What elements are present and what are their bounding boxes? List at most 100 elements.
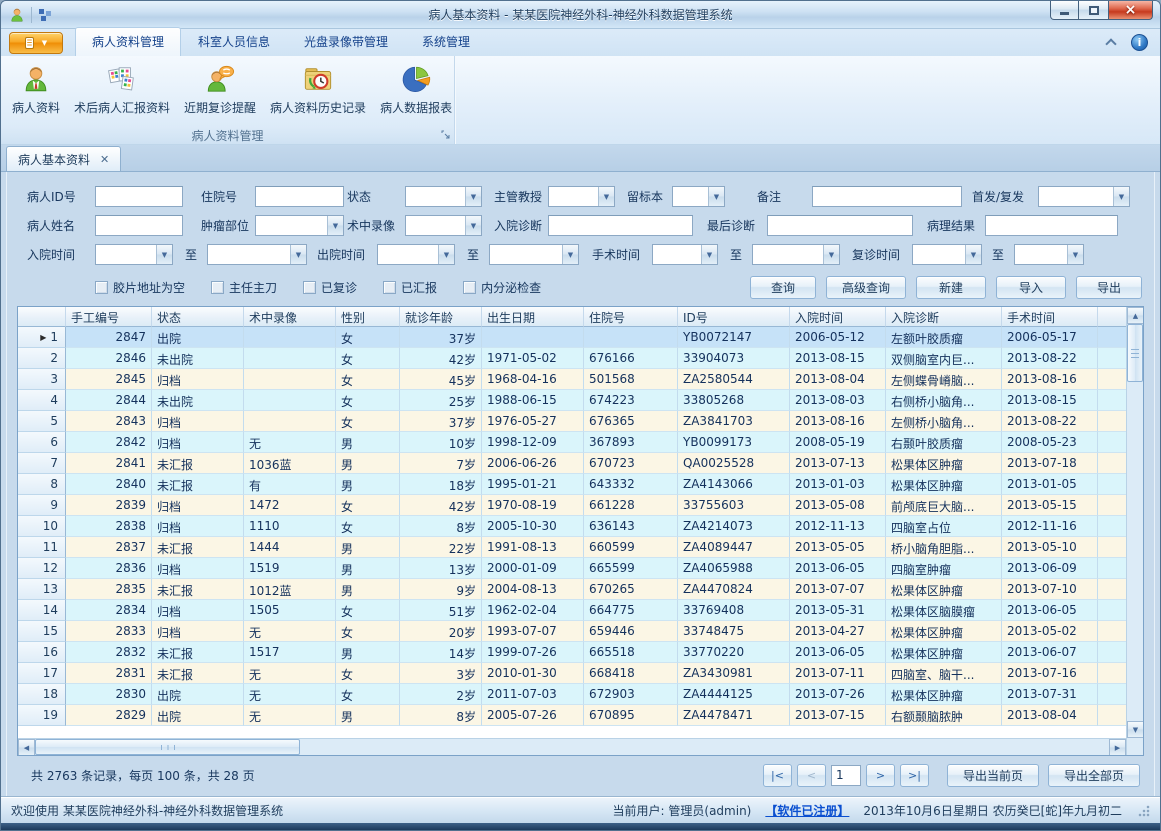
ribbon-tab-patient-data-mgmt[interactable]: 病人资料管理 xyxy=(75,27,181,56)
column-header-id-no[interactable]: ID号 xyxy=(678,307,790,327)
info-icon[interactable]: i xyxy=(1131,34,1148,51)
admission-date-to-filter[interactable]: ▼ xyxy=(207,244,307,265)
column-header-admission-date[interactable]: 入院时间 xyxy=(790,307,886,327)
table-row[interactable]: 52843归档女37岁1976-05-27676365ZA38417032013… xyxy=(18,411,1126,432)
row-header[interactable]: 5 xyxy=(18,411,66,432)
column-header-admission-diagnosis[interactable]: 入院诊断 xyxy=(886,307,1002,327)
column-header-birth-date[interactable]: 出生日期 xyxy=(482,307,584,327)
row-header[interactable]: 19 xyxy=(18,705,66,726)
table-row[interactable]: 62842归档无男10岁1998-12-09367893YB0099173200… xyxy=(18,432,1126,453)
scroll-right-icon[interactable]: ▶ xyxy=(1109,739,1126,755)
status-filter[interactable]: ▼ xyxy=(405,186,482,207)
table-row[interactable]: 152833归档无女20岁1993-07-0765944633748475201… xyxy=(18,621,1126,642)
table-row[interactable]: 72841未汇报1036蓝男7岁2006-06-26670723QA002552… xyxy=(18,453,1126,474)
surgery-date-from-filter-dropdown-icon[interactable]: ▼ xyxy=(701,245,717,264)
specimen-filter[interactable]: ▼ xyxy=(672,186,725,207)
row-header[interactable]: 11 xyxy=(18,537,66,558)
row-header[interactable]: 9 xyxy=(18,495,66,516)
import-button[interactable]: 导入 xyxy=(996,276,1066,299)
table-row[interactable]: 122836归档1519男13岁2000-01-09665599ZA406598… xyxy=(18,558,1126,579)
ribbon-button-patient-data[interactable]: 病人资料 xyxy=(5,58,67,126)
discharge-date-from-filter-dropdown-icon[interactable]: ▼ xyxy=(438,245,454,264)
revisit-date-to-filter-dropdown-icon[interactable]: ▼ xyxy=(1067,245,1083,264)
patient-name-filter[interactable] xyxy=(95,215,183,236)
pathology-result-filter[interactable] xyxy=(985,215,1118,236)
row-header[interactable]: ▶1 xyxy=(18,327,66,348)
collapse-ribbon-icon[interactable] xyxy=(1105,38,1116,49)
row-header[interactable]: 4 xyxy=(18,390,66,411)
hscroll-track[interactable] xyxy=(300,739,1109,755)
table-row[interactable]: 22846未出院女42岁1971-05-02676166339040732013… xyxy=(18,348,1126,369)
dialog-launcher-icon[interactable] xyxy=(441,130,450,139)
ribbon-tab-dept-staff-info[interactable]: 科室人员信息 xyxy=(181,27,287,56)
admission-date-to-filter-dropdown-icon[interactable]: ▼ xyxy=(290,245,306,264)
row-header[interactable]: 7 xyxy=(18,453,66,474)
tumor-site-filter[interactable]: ▼ xyxy=(255,215,344,236)
row-header[interactable]: 6 xyxy=(18,432,66,453)
row-header[interactable]: 12 xyxy=(18,558,66,579)
director-surgeon-checkbox[interactable]: 主任主刀 xyxy=(211,279,277,296)
table-row[interactable]: 112837未汇报1444男22岁1991-08-13660599ZA40894… xyxy=(18,537,1126,558)
revisit-date-to-filter[interactable]: ▼ xyxy=(1014,244,1084,265)
ribbon-button-postop-report[interactable]: 术后病人汇报资料 xyxy=(67,58,177,126)
table-row[interactable]: ▶12847出院女37岁YB00721472006-05-12左额叶胶质瘤200… xyxy=(18,327,1126,348)
surgery-video-filter-dropdown-icon[interactable]: ▼ xyxy=(465,216,481,235)
row-header[interactable]: 17 xyxy=(18,663,66,684)
export-current-page-button[interactable]: 导出当前页 xyxy=(947,764,1039,787)
export-all-pages-button[interactable]: 导出全部页 xyxy=(1048,764,1140,787)
row-header[interactable]: 8 xyxy=(18,474,66,495)
query-button[interactable]: 查询 xyxy=(750,276,816,299)
admission-date-from-filter[interactable]: ▼ xyxy=(95,244,173,265)
discharge-date-to-filter[interactable]: ▼ xyxy=(489,244,579,265)
tumor-site-filter-dropdown-icon[interactable]: ▼ xyxy=(327,216,343,235)
table-row[interactable]: 32845归档女45岁1968-04-16501568ZA25805442013… xyxy=(18,369,1126,390)
table-row[interactable]: 182830出院无女2岁2011-07-03672903ZA4444125201… xyxy=(18,684,1126,705)
table-row[interactable]: 92839归档1472女42岁1970-08-19661228337556032… xyxy=(18,495,1126,516)
ribbon-tab-system-mgmt[interactable]: 系统管理 xyxy=(405,27,487,56)
vscroll-track[interactable] xyxy=(1127,382,1143,721)
reported-checkbox-box[interactable] xyxy=(383,281,396,294)
ribbon-button-data-report[interactable]: 病人数据报表 xyxy=(373,58,459,126)
software-registered-link[interactable]: 【软件已注册】 xyxy=(765,802,849,819)
scroll-up-icon[interactable]: ▲ xyxy=(1127,307,1144,324)
resize-grip[interactable] xyxy=(1138,805,1150,817)
scroll-left-icon[interactable]: ◀ xyxy=(18,739,35,755)
vscroll-thumb[interactable] xyxy=(1127,324,1143,382)
table-row[interactable]: 162832未汇报1517男14岁1999-07-266655183377022… xyxy=(18,642,1126,663)
patient-id-filter[interactable] xyxy=(95,186,183,207)
surgery-video-filter[interactable]: ▼ xyxy=(405,215,482,236)
column-header-surgery-video[interactable]: 术中录像 xyxy=(244,307,336,327)
first-page-button[interactable]: |< xyxy=(763,764,792,787)
row-header[interactable]: 2 xyxy=(18,348,66,369)
table-row[interactable]: 172831未汇报无女3岁2010-01-30668418ZA343098120… xyxy=(18,663,1126,684)
surgery-date-from-filter[interactable]: ▼ xyxy=(652,244,718,265)
admission-no-filter[interactable] xyxy=(255,186,344,207)
film-address-empty-checkbox[interactable]: 胶片地址为空 xyxy=(95,279,185,296)
chief-professor-filter[interactable]: ▼ xyxy=(548,186,615,207)
final-diagnosis-filter[interactable] xyxy=(767,215,913,236)
discharge-date-from-filter[interactable]: ▼ xyxy=(377,244,455,265)
advanced-query-button[interactable]: 高级查询 xyxy=(826,276,906,299)
row-header[interactable]: 16 xyxy=(18,642,66,663)
column-header-gender[interactable]: 性别 xyxy=(336,307,400,327)
maximize-button[interactable] xyxy=(1079,1,1108,20)
export-button[interactable]: 导出 xyxy=(1076,276,1142,299)
ribbon-button-history-record[interactable]: 病人资料历史记录 xyxy=(263,58,373,126)
row-header[interactable]: 13 xyxy=(18,579,66,600)
reported-checkbox[interactable]: 已汇报 xyxy=(383,279,437,296)
endocrine-exam-checkbox-box[interactable] xyxy=(463,281,476,294)
close-button[interactable]: × xyxy=(1108,1,1153,20)
director-surgeon-checkbox-box[interactable] xyxy=(211,281,224,294)
row-header[interactable]: 3 xyxy=(18,369,66,390)
column-header-rowhead[interactable] xyxy=(18,307,66,327)
ribbon-button-revisit-reminder[interactable]: 近期复诊提醒 xyxy=(177,58,263,126)
column-header-admission-no[interactable]: 住院号 xyxy=(584,307,678,327)
chief-professor-filter-dropdown-icon[interactable]: ▼ xyxy=(598,187,614,206)
column-header-age[interactable]: 就诊年龄 xyxy=(400,307,482,327)
table-row[interactable]: 82840未汇报有男18岁1995-01-21643332ZA414306620… xyxy=(18,474,1126,495)
revisited-checkbox-box[interactable] xyxy=(303,281,316,294)
discharge-date-to-filter-dropdown-icon[interactable]: ▼ xyxy=(562,245,578,264)
app-menu-button[interactable]: ▼ xyxy=(9,32,63,54)
column-header-surgery-date[interactable]: 手术时间 xyxy=(1002,307,1098,327)
scroll-down-icon[interactable]: ▼ xyxy=(1127,721,1144,738)
